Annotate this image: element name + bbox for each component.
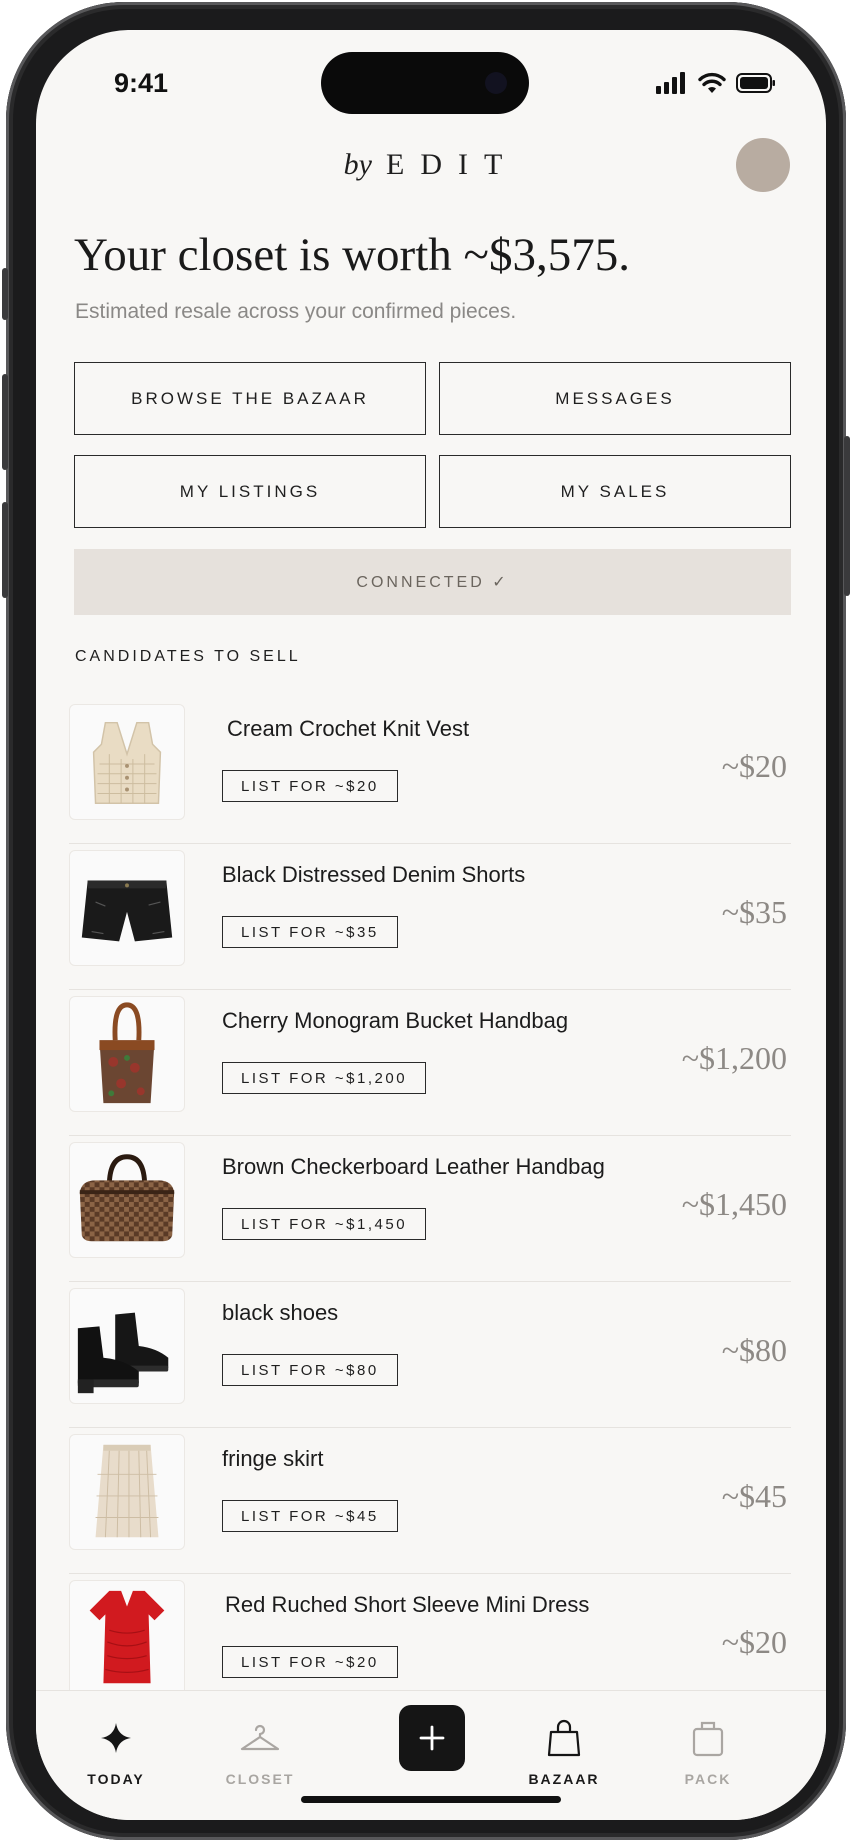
wifi-icon <box>698 72 726 93</box>
phone-frame: 9:41 by EDIT Your closet is worth ~$3,57… <box>2 2 850 1840</box>
browse-bazaar-button[interactable]: BROWSE THE BAZAAR <box>74 362 426 435</box>
item-name: Brown Checkerboard Leather Handbag <box>222 1154 605 1179</box>
item-name: Cream Crochet Knit Vest <box>227 716 470 741</box>
list-for-button[interactable]: LIST FOR ~$20 <box>222 1646 398 1678</box>
item-price: ~$20 <box>721 1624 787 1660</box>
hanger-icon <box>240 1724 280 1751</box>
status-bar: 9:41 <box>36 30 826 120</box>
list-item[interactable]: black shoes LIST FOR ~$80 ~$80 <box>69 1282 791 1428</box>
sparkle-icon <box>101 1723 131 1753</box>
tab-bar: TODAY CLOSET BAZAAR PACK <box>36 1690 826 1820</box>
list-for-button[interactable]: LIST FOR ~$1,450 <box>222 1208 427 1240</box>
list-for-button[interactable]: LIST FOR ~$1,200 <box>222 1062 427 1094</box>
item-name: Black Distressed Denim Shorts <box>222 862 526 887</box>
tab-pack[interactable]: PACK <box>648 1715 768 1787</box>
volume-down-button <box>2 502 8 598</box>
black-shoes-image <box>69 1288 185 1404</box>
power-button <box>844 436 850 596</box>
list-item[interactable]: Brown Checkerboard Leather Handbag LIST … <box>69 1136 791 1282</box>
red-mini-dress-image <box>69 1580 185 1696</box>
candidates-list: Cream Crochet Knit Vest LIST FOR ~$20 ~$… <box>69 698 791 1719</box>
tab-today[interactable]: TODAY <box>56 1715 176 1787</box>
closet-worth-subline: Estimated resale across your confirmed p… <box>75 300 517 323</box>
item-price: ~$80 <box>721 1332 787 1368</box>
tab-bazaar-label: BAZAAR <box>528 1771 600 1787</box>
item-price: ~$35 <box>721 894 787 930</box>
screen: 9:41 by EDIT Your closet is worth ~$3,57… <box>36 30 826 1820</box>
tab-pack-label: PACK <box>684 1771 732 1787</box>
dynamic-island <box>321 52 529 114</box>
list-for-button[interactable]: LIST FOR ~$45 <box>222 1500 398 1532</box>
list-item[interactable]: Cream Crochet Knit Vest LIST FOR ~$20 ~$… <box>69 698 791 844</box>
item-price: ~$45 <box>721 1478 787 1514</box>
checkerboard-handbag-image <box>69 1142 185 1258</box>
tab-bazaar[interactable]: BAZAAR <box>504 1715 624 1787</box>
list-for-button[interactable]: LIST FOR ~$20 <box>222 770 398 802</box>
item-name: fringe skirt <box>222 1446 324 1471</box>
brand-logo: by EDIT <box>36 148 826 182</box>
item-price: ~$1,200 <box>681 1040 787 1076</box>
shopping-bag-icon <box>547 1719 581 1757</box>
avatar[interactable] <box>736 138 790 192</box>
item-name: black shoes <box>222 1300 339 1325</box>
action-buttons: BROWSE THE BAZAAR MESSAGES MY LISTINGS M… <box>74 362 791 528</box>
status-time: 9:41 <box>114 68 169 98</box>
item-price: ~$1,450 <box>681 1186 787 1222</box>
home-indicator <box>301 1796 561 1803</box>
item-name: Cherry Monogram Bucket Handbag <box>222 1008 569 1033</box>
brand-by: by <box>343 148 372 181</box>
list-for-button[interactable]: LIST FOR ~$35 <box>222 916 398 948</box>
my-listings-button[interactable]: MY LISTINGS <box>74 455 426 528</box>
action-button <box>2 268 8 320</box>
crochet-vest-image <box>69 704 185 820</box>
my-sales-button[interactable]: MY SALES <box>439 455 791 528</box>
connected-status-button[interactable]: CONNECTED ✓ <box>74 549 791 615</box>
suitcase-icon <box>692 1721 724 1757</box>
item-name: Red Ruched Short Sleeve Mini Dress <box>225 1592 590 1617</box>
messages-button[interactable]: MESSAGES <box>439 362 791 435</box>
battery-icon <box>736 73 775 93</box>
tab-closet-label: CLOSET <box>225 1771 295 1787</box>
brand-name: EDIT <box>386 148 519 181</box>
tab-closet[interactable]: CLOSET <box>200 1715 320 1787</box>
fringe-skirt-image <box>69 1434 185 1550</box>
denim-shorts-image <box>69 850 185 966</box>
list-for-button[interactable]: LIST FOR ~$80 <box>222 1354 398 1386</box>
plus-icon <box>419 1725 445 1751</box>
volume-up-button <box>2 374 8 470</box>
item-price: ~$20 <box>721 748 787 784</box>
tab-today-label: TODAY <box>87 1771 145 1787</box>
status-icons <box>656 70 776 96</box>
list-item[interactable]: Cherry Monogram Bucket Handbag LIST FOR … <box>69 990 791 1136</box>
signal-icon <box>656 72 685 94</box>
add-button[interactable] <box>399 1705 465 1771</box>
section-title: CANDIDATES TO SELL <box>75 648 301 665</box>
list-item[interactable]: Black Distressed Denim Shorts LIST FOR ~… <box>69 844 791 990</box>
list-item[interactable]: fringe skirt LIST FOR ~$45 ~$45 <box>69 1428 791 1574</box>
bucket-handbag-image <box>69 996 185 1112</box>
closet-worth-headline: Your closet is worth ~$3,575. <box>74 229 630 281</box>
